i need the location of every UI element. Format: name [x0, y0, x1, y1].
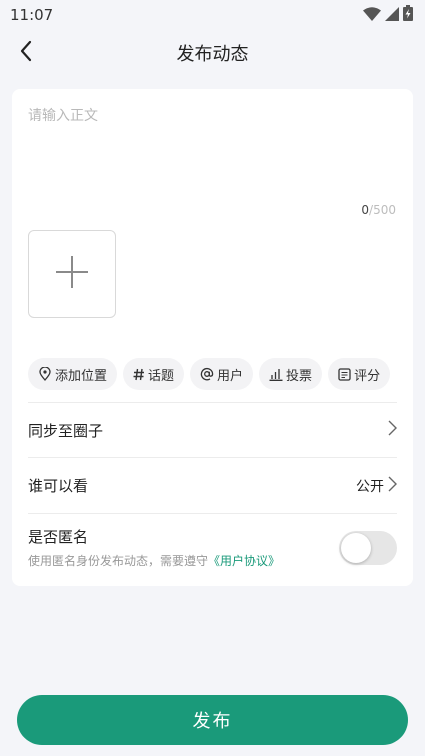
wifi-icon: [363, 6, 381, 25]
status-icons: [363, 5, 413, 25]
chevron-left-icon: [19, 40, 33, 66]
chip-label: 用户: [217, 368, 244, 384]
add-image-button[interactable]: [28, 230, 116, 318]
status-bar: 11:07: [0, 0, 425, 30]
toggle-knob: [341, 532, 371, 563]
chevron-right-icon: [388, 420, 397, 440]
post-options: 添加位置 话题 用户 投票 评分: [28, 358, 391, 390]
page-title: 发布动态: [176, 44, 249, 65]
sync-circle-label: 同步至圈子: [28, 421, 104, 440]
chip-label: 投票: [286, 368, 313, 384]
user-agreement-link[interactable]: 《用户协议》: [208, 554, 280, 568]
chip-label: 评分: [354, 368, 381, 384]
battery-charging-icon: [403, 5, 413, 25]
anonymous-toggle[interactable]: [339, 530, 397, 565]
chip-label: 添加位置: [55, 368, 108, 384]
at-icon: [200, 367, 214, 381]
bar-chart-icon: [269, 368, 283, 381]
location-icon: [38, 367, 52, 381]
publish-button[interactable]: 发布: [17, 695, 408, 745]
nav-bar: 发布动态: [0, 30, 425, 76]
visibility-value: 公开: [356, 478, 384, 495]
hashtag-icon: [133, 368, 145, 381]
chip-vote[interactable]: 投票: [259, 358, 323, 390]
anonymous-label: 是否匿名: [28, 528, 89, 546]
rating-icon: [338, 367, 351, 381]
post-content-input[interactable]: [28, 105, 396, 205]
chip-add-location[interactable]: 添加位置: [28, 358, 118, 390]
char-counter: 0/500: [361, 203, 396, 217]
char-count-max: 500: [373, 203, 396, 217]
chip-label: 话题: [148, 368, 175, 384]
plus-icon: [55, 255, 89, 293]
visibility-row[interactable]: 谁可以看 公开: [28, 457, 397, 513]
status-time: 11:07: [10, 6, 54, 24]
chevron-right-icon: [388, 476, 397, 496]
chip-rating[interactable]: 评分: [328, 358, 391, 390]
back-button[interactable]: [14, 40, 38, 66]
chip-user[interactable]: 用户: [190, 358, 254, 390]
anonymous-row: 是否匿名 使用匿名身份发布动态，需要遵守《用户协议》: [28, 513, 397, 581]
anonymous-description: 使用匿名身份发布动态，需要遵守《用户协议》: [28, 554, 281, 568]
visibility-label: 谁可以看: [28, 477, 89, 495]
signal-icon: [385, 6, 399, 25]
post-editor-card: 0/500 添加位置 话题 用户 投: [12, 89, 413, 586]
chip-topic[interactable]: 话题: [123, 358, 185, 390]
sync-circle-row[interactable]: 同步至圈子: [28, 402, 397, 457]
char-count-current: 0: [361, 203, 370, 217]
